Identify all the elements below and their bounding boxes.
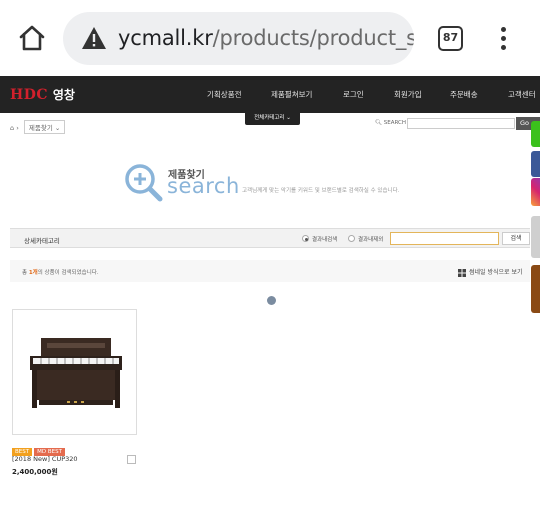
nav-item-signup[interactable]: 회원가입	[394, 89, 422, 100]
site-header: HDC 영창 기획상품전 제품펼쳐보기 로그인 회원가입 주문배송 고객센터	[0, 76, 540, 113]
breadcrumb-select[interactable]: 제품찾기 ⌄	[23, 120, 66, 134]
breadcrumb: ⌂ › 제품찾기 ⌄	[10, 120, 66, 134]
instagram-icon[interactable]	[531, 178, 540, 206]
side-banner-recent[interactable]	[531, 216, 540, 258]
radio-exclude-result-label: 결과내제외	[358, 237, 384, 243]
loading-indicator	[267, 296, 276, 305]
thumbnail-view-label: 썸네일 방식으로 보기	[469, 269, 523, 276]
home-icon[interactable]	[16, 22, 48, 54]
radio-search-in-result[interactable]	[302, 235, 309, 242]
address-bar[interactable]: ycmall.kr/products/product_se	[63, 12, 414, 65]
search-description: 고객님께게 맞는 악기를 키워드 및 브랜드별로 검색하실 수 있습니다.	[242, 188, 400, 194]
grid-view-icon	[458, 268, 466, 277]
nav-item-promotions[interactable]: 기획상품전	[207, 89, 242, 100]
facebook-icon[interactable]	[531, 151, 540, 177]
detail-category-bar: 상세카테고리 결과내검색 결과내제외 검색	[10, 228, 530, 248]
result-count: 1개	[28, 270, 38, 276]
top-search-label-text: SEARCH	[383, 120, 406, 126]
detail-search-input[interactable]	[390, 232, 499, 245]
nav-item-support[interactable]: 고객센터	[508, 89, 536, 100]
thumbnail-view-toggle[interactable]: 썸네일 방식으로 보기	[458, 267, 523, 277]
product-price: 2,400,000원	[12, 468, 58, 476]
overflow-menu-icon[interactable]	[495, 24, 511, 54]
all-categories-dropdown[interactable]: 전체카테고리 ⌄	[245, 113, 300, 125]
top-search-input[interactable]	[407, 118, 515, 129]
nav-item-login[interactable]: 로그인	[343, 89, 364, 100]
warning-icon[interactable]	[81, 26, 107, 50]
url-host: ycmall.kr	[118, 26, 213, 50]
chevron-down-icon: ⌄	[286, 115, 291, 121]
tab-switcher-button[interactable]: 87	[438, 26, 463, 51]
browser-toolbar: ycmall.kr/products/product_se 87	[0, 0, 540, 76]
nav-item-product-browse[interactable]: 제품펼쳐보기	[271, 89, 312, 100]
digital-piano-image	[30, 338, 122, 408]
detail-search-button[interactable]: 검색	[502, 232, 530, 245]
url-path: /products/product_se	[212, 26, 414, 50]
url-text[interactable]: ycmall.kr/products/product_se	[118, 26, 414, 50]
side-banner-promo[interactable]	[531, 265, 540, 313]
all-categories-label: 전체카테고리	[254, 115, 285, 121]
search-title-en: search	[167, 174, 240, 198]
search-small-icon: 🔍︎	[375, 120, 382, 126]
detail-category-title: 상세카테고리	[24, 237, 60, 245]
top-search-label: 🔍︎ SEARCH	[375, 120, 406, 126]
result-count-text: 총 1개의 상품이 검색되었습니다.	[22, 268, 99, 276]
result-summary-bar: 총 1개의 상품이 검색되었습니다. 썸네일 방식으로 보기	[10, 260, 530, 282]
home-small-icon[interactable]: ⌂	[10, 124, 14, 132]
line-icon[interactable]	[531, 121, 540, 147]
breadcrumb-select-label: 제품찾기	[28, 124, 53, 132]
quick-view-icon[interactable]	[127, 455, 136, 464]
magnifier-plus-icon	[125, 164, 163, 202]
product-name[interactable]: [2018 New] CUP320	[12, 455, 78, 463]
result-suffix: 의 상품이 검색되었습니다.	[37, 270, 99, 276]
main-nav: 기획상품전 제품펼쳐보기 로그인 회원가입 주문배송 고객센터	[0, 89, 540, 103]
radio-exclude-result[interactable]	[348, 235, 355, 242]
nav-item-orders[interactable]: 주문배송	[450, 89, 478, 100]
product-thumbnail[interactable]	[12, 309, 137, 435]
result-prefix: 총	[22, 270, 29, 276]
radio-search-in-result-label: 결과내검색	[312, 237, 338, 243]
